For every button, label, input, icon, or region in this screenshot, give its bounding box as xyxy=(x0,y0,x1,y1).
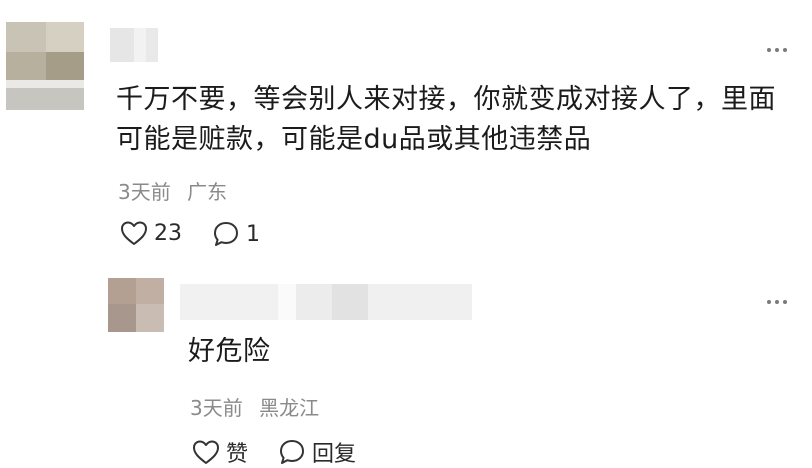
comment-like-count: 23 xyxy=(154,220,182,246)
reply-more-button[interactable] xyxy=(762,292,792,312)
speech-bubble-outline-icon xyxy=(214,222,238,246)
comment-text-line-1: 千万不要，等会别人来对接，你就变成对接人了，里面 xyxy=(116,84,776,115)
comment-location: 广东 xyxy=(187,180,228,204)
reply-meta: 3天前 黑龙江 xyxy=(190,392,319,421)
comment-text-line-2: 可能是赃款，可能是du品或其他违禁品 xyxy=(116,124,592,155)
comment-like-button[interactable]: 23 xyxy=(120,220,182,246)
comment-more-button[interactable] xyxy=(762,40,792,60)
heart-outline-icon xyxy=(121,221,147,245)
comment-text: 千万不要，等会别人来对接，你就变成对接人了，里面 可能是赃款，可能是du品或其他… xyxy=(116,80,806,160)
heart-outline-icon xyxy=(193,440,219,464)
reply-like-label: 赞 xyxy=(226,442,249,467)
reply-location: 黑龙江 xyxy=(259,396,320,420)
ellipsis-icon xyxy=(767,300,771,304)
comment-reply-count: 1 xyxy=(246,221,260,247)
reply-reply-button[interactable]: 回复 xyxy=(278,436,356,468)
comment-username[interactable] xyxy=(110,28,158,62)
comment-avatar[interactable] xyxy=(6,22,84,110)
reply-username[interactable] xyxy=(180,284,472,320)
ellipsis-icon xyxy=(767,48,771,52)
reply-text: 好危险 xyxy=(188,336,271,367)
comment-reply-button[interactable]: 1 xyxy=(212,220,260,248)
speech-bubble-outline-icon xyxy=(280,440,304,464)
reply-time: 3天前 xyxy=(190,396,243,420)
reply-reply-label: 回复 xyxy=(312,442,357,467)
comment-time: 3天前 xyxy=(118,180,171,204)
reply-avatar[interactable] xyxy=(108,278,164,332)
comment-meta: 3天前 广东 xyxy=(118,176,227,205)
reply-like-button[interactable]: 赞 xyxy=(192,436,248,468)
